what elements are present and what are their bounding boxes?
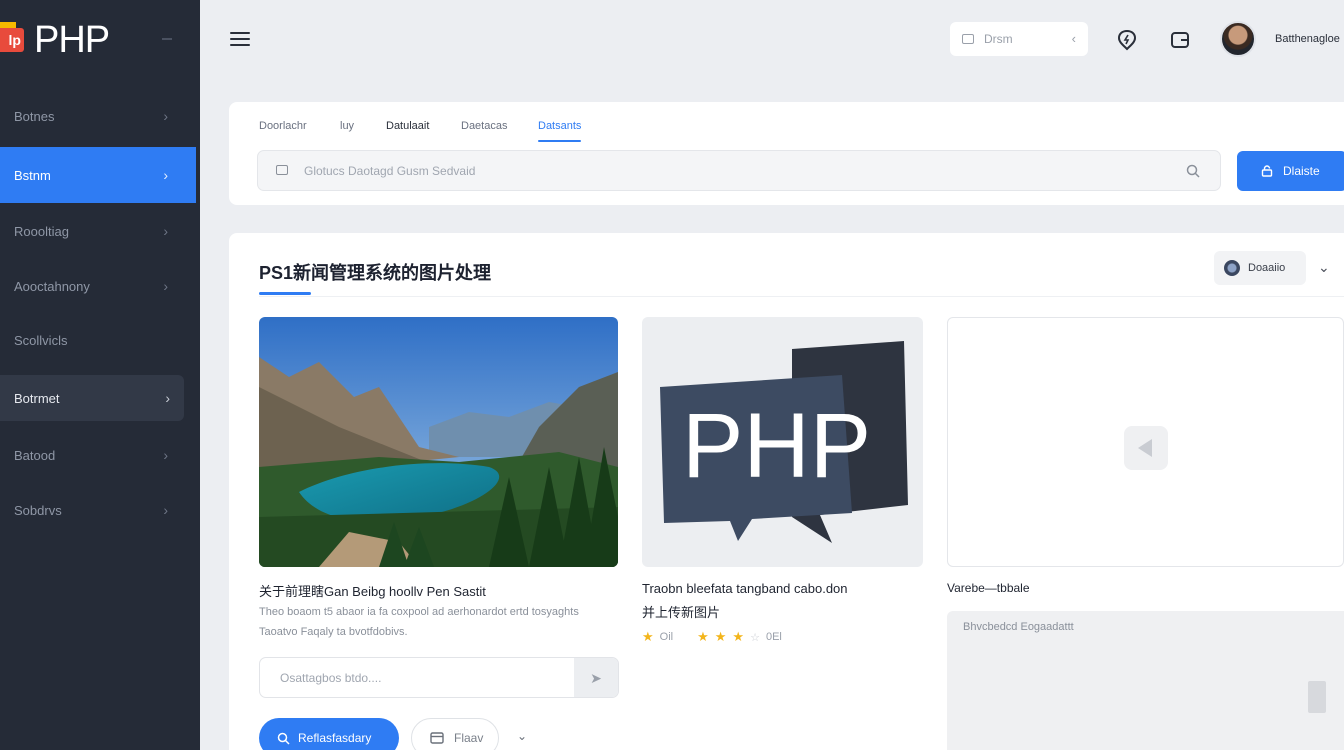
sidebar-item-6-hover[interactable]: Botrmet › (0, 375, 184, 421)
chat-icon (276, 165, 288, 175)
tab-2[interactable]: luy (340, 120, 354, 142)
sidebar-item-label: Roooltiag (14, 223, 69, 239)
chevron-right-icon: › (163, 278, 168, 294)
star-icon: ★ (714, 629, 727, 644)
rating-count: 0El (765, 631, 782, 643)
tab-3[interactable]: Datulaait (386, 120, 429, 142)
scrollbar-thumb[interactable] (1308, 681, 1326, 713)
star-icon: ★ (642, 629, 654, 644)
app-logo[interactable]: lp PHP (0, 18, 200, 62)
sidebar-item-label: Botrmet (14, 390, 60, 406)
primary-action-button[interactable]: Reflasfasdary (259, 718, 399, 750)
chevron-right-icon: › (163, 223, 168, 239)
lock-icon (1261, 165, 1273, 177)
top-search-placeholder: Drsm (984, 32, 1013, 46)
search-icon[interactable] (1186, 164, 1200, 181)
wallet-icon[interactable] (1168, 28, 1192, 52)
sidebar-item-label: Aooctahnony (14, 278, 90, 294)
star-icon: ★ (697, 629, 709, 644)
chevron-down-icon[interactable]: ⌄ (517, 729, 527, 743)
php-logo-image[interactable]: PHP (642, 317, 923, 567)
sidebar-item-label: Bstnm (14, 167, 51, 183)
menu-icon[interactable] (230, 30, 250, 48)
sidebar-item-7[interactable]: Batood › (0, 427, 196, 483)
logo-text: PHP (34, 19, 110, 61)
chevron-right-icon: › (163, 502, 168, 518)
tab-5-active[interactable]: Datsants (538, 120, 582, 142)
secondary-action-label: Flaav (454, 731, 484, 745)
sort-label: Doaaiio (1248, 262, 1286, 274)
chevron-right-icon: › (163, 108, 168, 124)
filter-panel: Doorlachr luy Datulaait Daetacas Datsant… (229, 102, 1344, 205)
sort-dropdown[interactable]: Doaaiio (1214, 251, 1306, 285)
chevron-right-icon: › (163, 447, 168, 463)
chevron-right-icon: › (165, 390, 170, 406)
card-2-title-line-2[interactable]: 并上传新图片 (642, 602, 720, 621)
tab-4[interactable]: Daetacas (461, 120, 507, 142)
search-icon (277, 732, 290, 745)
main-search-input[interactable]: Glotucs Daotagd Gusm Sedvaid (257, 150, 1221, 191)
card-1-title[interactable]: 关于前理瞎Gan Beibg hoollv Pen Sastit (259, 581, 486, 600)
sidebar: lp PHP Botnes › Bstnm › Roooltiag › Aooc… (0, 0, 200, 750)
info-panel: Bhvcbedcd Eogaadattt (947, 611, 1344, 750)
chevron-right-icon: › (163, 167, 168, 183)
sidebar-collapse-icon[interactable] (162, 38, 172, 40)
rating-label: Oil (659, 631, 674, 643)
comment-input[interactable]: Osattagbos btdo.... ➤ (259, 657, 619, 698)
sort-icon (1224, 260, 1240, 276)
send-icon[interactable]: ➤ (574, 658, 618, 697)
sidebar-item-2-active[interactable]: Bstnm › (0, 147, 196, 203)
card-1-desc-line-2: Taoatvo Faqaly ta bvotfdobivs. (259, 626, 408, 638)
page-title: PS1新闻管理系统的图片处理 (259, 263, 492, 283)
star-empty-icon: ☆ (750, 631, 760, 644)
sidebar-item-label: Batood (14, 447, 56, 463)
card-icon (430, 732, 444, 744)
main-search-placeholder: Glotucs Daotagd Gusm Sedvaid (304, 163, 476, 178)
title-underline (259, 292, 311, 295)
top-search-input[interactable]: Drsm ‹ (950, 22, 1088, 56)
secondary-action-button[interactable]: Flaav (411, 718, 499, 750)
card-3-title[interactable]: Varebe—tbbale (947, 581, 1030, 595)
close-icon[interactable]: ‹ (1072, 31, 1076, 46)
divider (259, 296, 1344, 297)
sidebar-item-8[interactable]: Sobdrvs › (0, 482, 196, 538)
notification-icon[interactable] (1115, 28, 1139, 52)
logo-badge: lp (0, 22, 24, 52)
sidebar-item-1[interactable]: Botnes › (0, 88, 196, 144)
search-field-icon (962, 34, 974, 44)
tab-1[interactable]: Doorlachr (259, 120, 307, 142)
video-placeholder[interactable] (947, 317, 1344, 567)
chevron-down-icon[interactable]: ⌄ (1318, 259, 1330, 276)
sidebar-item-label: Scollvicls (14, 332, 68, 348)
landscape-image[interactable] (259, 317, 618, 567)
php-logo-text: PHP (682, 395, 871, 497)
content-panel: PS1新闻管理系统的图片处理 Doaaiio ⌄ PHP 关于前理瞎Gan Be… (229, 233, 1344, 750)
primary-action-label: Reflasfasdary (298, 731, 372, 745)
card-1-desc-line-1: Theo boaom t5 abaor ia fa coxpool ad aer… (259, 606, 579, 618)
comment-placeholder: Osattagbos btdo.... (280, 670, 382, 685)
star-icon: ★ (732, 629, 745, 644)
sidebar-item-label: Sobdrvs (14, 502, 62, 518)
card-2-title-line-1[interactable]: Traobn bleefata tangband cabo.don (642, 581, 848, 596)
sidebar-item-5[interactable]: Scollvicls (0, 312, 196, 368)
play-icon[interactable] (1124, 426, 1168, 470)
rating[interactable]: ★ Oil ★ ★ ★ ☆ 0El (642, 629, 782, 645)
sidebar-item-4[interactable]: Aooctahnony › (0, 258, 196, 314)
user-name[interactable]: Batthenagloe (1275, 33, 1340, 45)
sidebar-item-label: Botnes (14, 108, 55, 124)
search-submit-label: Dlaiste (1283, 164, 1320, 178)
search-submit-button[interactable]: Dlaiste (1237, 151, 1344, 191)
user-avatar[interactable] (1220, 21, 1256, 57)
info-panel-text: Bhvcbedcd Eogaadattt (963, 621, 1074, 633)
sidebar-item-3[interactable]: Roooltiag › (0, 203, 196, 259)
